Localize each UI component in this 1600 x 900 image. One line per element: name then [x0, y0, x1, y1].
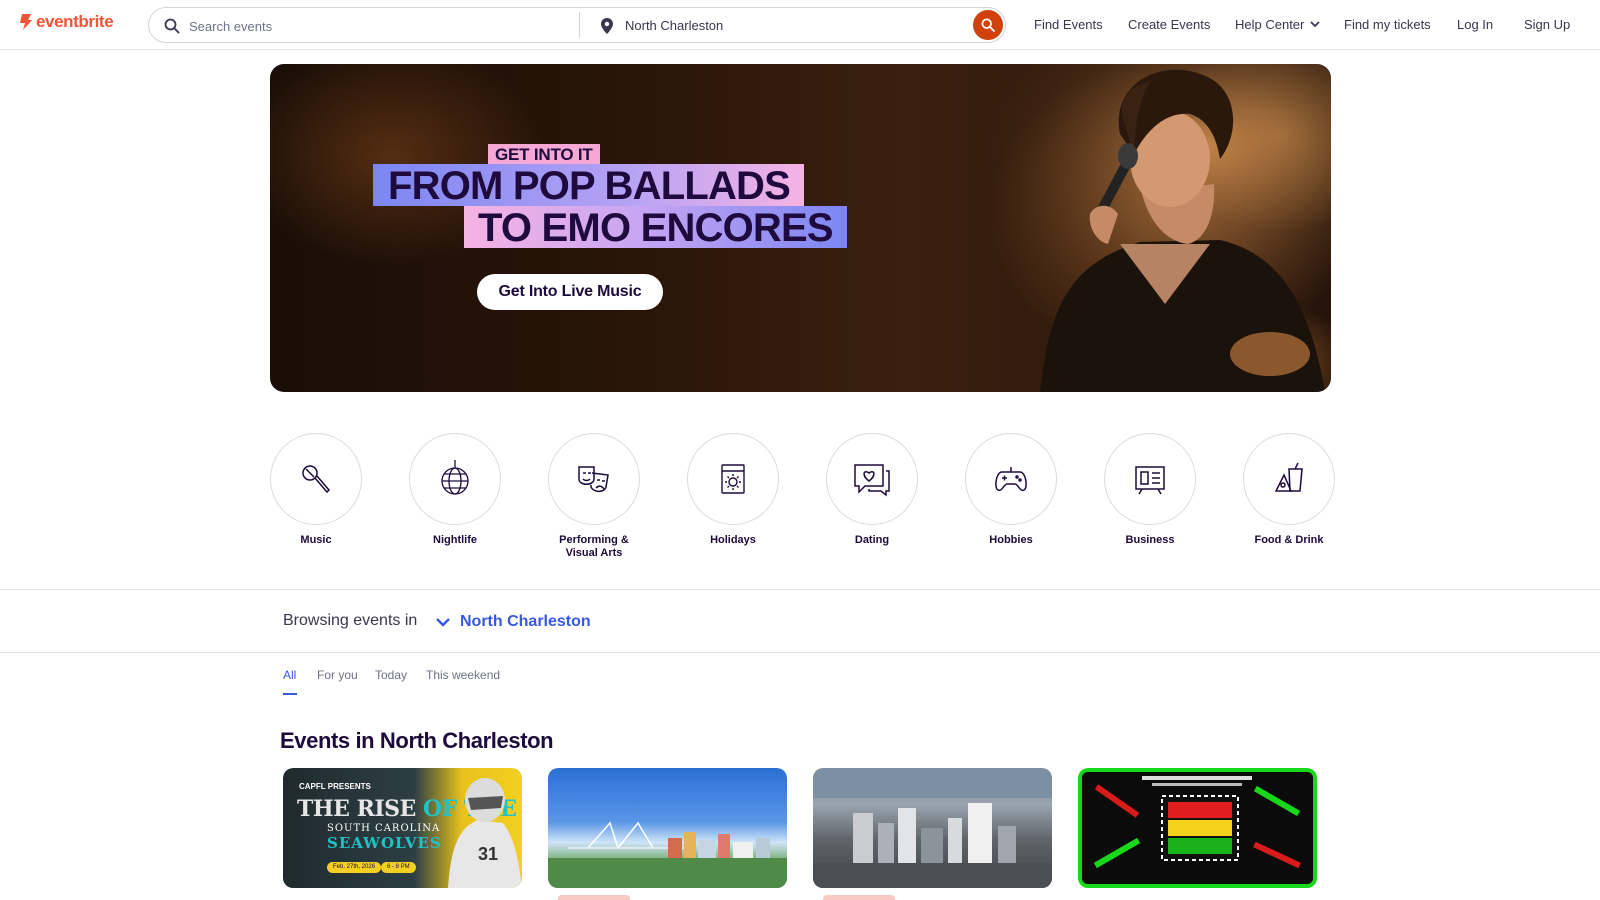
hero-banner[interactable]: GET INTO IT FROM POP BALLADS TO EMO ENCO…: [270, 64, 1331, 392]
category-hobbies[interactable]: Hobbies: [965, 433, 1057, 547]
category-circle: [1243, 433, 1335, 525]
category-label: Hobbies: [989, 534, 1033, 546]
event-card-time: 6 - 8 PM: [381, 862, 416, 873]
browsing-location-text: North Charleston: [460, 613, 591, 630]
event-card-date: Feb. 27th, 2026: [327, 862, 382, 873]
category-business[interactable]: Business: [1104, 433, 1196, 547]
category-circle: [826, 433, 918, 525]
hero-eyebrow: GET INTO IT: [488, 144, 600, 165]
microphone-icon: [302, 465, 331, 494]
aerial-city-image: [813, 768, 1052, 888]
theater-masks-icon: [578, 466, 609, 493]
hero-headline-line2: TO EMO ENCORES: [464, 206, 847, 250]
drinks-icon: [1274, 462, 1303, 492]
chevron-down-icon: [1310, 21, 1321, 28]
nav-help-center[interactable]: Help Center: [1235, 17, 1321, 32]
event-card[interactable]: [813, 768, 1052, 900]
events-section-title: Events in North Charleston: [280, 728, 554, 753]
category-label: Holidays: [710, 534, 756, 546]
search-icon: [164, 18, 180, 34]
category-label: Nightlife: [433, 534, 477, 546]
category-food-drink[interactable]: Food & Drink: [1243, 433, 1335, 547]
category-performing-visual-arts[interactable]: Performing & Visual Arts: [548, 433, 640, 560]
football-player-image: 31: [448, 778, 522, 888]
city-skyline-image: [548, 821, 787, 888]
event-card-tag: [558, 895, 630, 900]
nav-sign-up[interactable]: Sign Up: [1524, 17, 1570, 32]
event-card-image: [1078, 768, 1317, 888]
category-circle: [548, 433, 640, 525]
disco-ball-icon: [441, 460, 469, 495]
event-card-image: CAPFL PRESENTS THE RISE OF THE SOUTH CAR…: [283, 768, 522, 888]
top-header: eventbrite North Charleston Find Events …: [0, 0, 1600, 50]
black-history-month-flyer-image: [1082, 772, 1313, 884]
event-card[interactable]: [1078, 768, 1317, 900]
category-circle: [965, 433, 1057, 525]
section-divider: [0, 652, 1600, 653]
nav-find-my-tickets[interactable]: Find my tickets: [1344, 17, 1431, 32]
category-dating[interactable]: Dating: [826, 433, 918, 547]
get-into-live-music-button[interactable]: Get Into Live Music: [477, 274, 663, 310]
nav-find-events[interactable]: Find Events: [1034, 17, 1103, 32]
event-card-title-art-a: THE RISE: [297, 796, 423, 822]
singer-photo: [920, 64, 1331, 392]
location-pin-icon: [601, 18, 613, 34]
chevron-down-icon: [436, 618, 450, 627]
search-bar: North Charleston: [148, 7, 1006, 43]
event-card[interactable]: CAPFL PRESENTS THE RISE OF THE SOUTH CAR…: [283, 768, 522, 900]
category-music[interactable]: Music: [270, 433, 362, 547]
nav-log-in[interactable]: Log In: [1457, 17, 1493, 32]
search-events-input[interactable]: [189, 17, 559, 35]
eventbrite-logo-icon: [20, 14, 32, 30]
category-circle: [687, 433, 779, 525]
category-circle: [270, 433, 362, 525]
category-label: Business: [1125, 534, 1175, 546]
gamepad-icon: [995, 467, 1027, 492]
nav-help-center-label: Help Center: [1235, 17, 1305, 32]
nav-create-events[interactable]: Create Events: [1128, 17, 1210, 32]
tab-all[interactable]: All: [283, 668, 296, 682]
search-divider: [579, 12, 580, 38]
category-circle: [1104, 433, 1196, 525]
event-card-subtitle: SOUTH CAROLINA: [327, 823, 441, 834]
event-card-tag: [823, 895, 895, 900]
category-label: Performing & Visual Arts: [559, 534, 629, 559]
search-button[interactable]: [973, 10, 1003, 40]
category-label: Music: [300, 534, 332, 546]
calendar-sun-icon: [721, 464, 745, 494]
search-button-icon: [981, 18, 995, 32]
browsing-location-dropdown[interactable]: North Charleston: [435, 613, 591, 631]
tab-for-you[interactable]: For you: [317, 668, 358, 682]
event-card-brand: CAPFL PRESENTS: [299, 782, 371, 791]
tab-today[interactable]: Today: [375, 668, 407, 682]
event-card-image: [548, 768, 787, 888]
active-tab-indicator: [283, 693, 297, 695]
event-card-team: SEAWOLVES: [327, 834, 442, 852]
eventbrite-logo[interactable]: eventbrite: [19, 12, 114, 32]
event-card[interactable]: [548, 768, 787, 900]
section-divider: [0, 589, 1600, 590]
chat-heart-icon: [854, 464, 890, 497]
logo-text: eventbrite: [36, 12, 114, 31]
event-card-image: [813, 768, 1052, 888]
location-input[interactable]: North Charleston: [625, 18, 723, 33]
category-label: Dating: [854, 534, 890, 546]
svg-text:31: 31: [478, 844, 498, 864]
category-nightlife[interactable]: Nightlife: [409, 433, 501, 547]
tab-this-weekend[interactable]: This weekend: [426, 668, 500, 682]
category-label: Food & Drink: [1254, 534, 1324, 546]
category-circle: [409, 433, 501, 525]
category-holidays[interactable]: Holidays: [687, 433, 779, 547]
hero-headline-line1: FROM POP BALLADS: [373, 164, 805, 208]
browsing-label: Browsing events in: [283, 612, 418, 629]
presentation-icon: [1135, 466, 1165, 495]
